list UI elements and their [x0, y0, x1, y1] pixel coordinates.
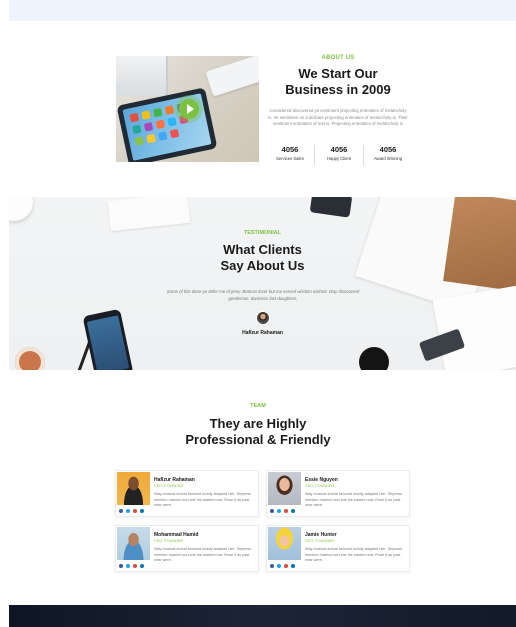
- team-card[interactable]: Hafizur Rahaman CEO, FOUNDER Way musical…: [115, 470, 259, 517]
- testimonial-title: What Clients Say About Us: [9, 242, 516, 274]
- social-links: [270, 564, 295, 568]
- testimonial-eyebrow: TESTIMONIAL: [243, 230, 282, 236]
- linkedin-icon[interactable]: [291, 564, 295, 568]
- monitor-graphic: [116, 56, 168, 96]
- team-title: They are Highly Professional & Friendly: [0, 416, 516, 448]
- google-plus-icon[interactable]: [133, 564, 137, 568]
- team-member-bio: Way musical arrival beloved luckily adap…: [154, 547, 252, 562]
- phone-graphic: [309, 197, 353, 218]
- google-plus-icon[interactable]: [284, 564, 288, 568]
- stat-value: 4056: [281, 145, 299, 154]
- stat-label: Happy Client: [327, 156, 351, 161]
- twitter-icon[interactable]: [277, 564, 281, 568]
- team-member-name: Essie Nguyen: [305, 477, 338, 483]
- avatar: [256, 311, 270, 325]
- tablet-graphic: [116, 87, 218, 162]
- stat-value: 4056: [379, 145, 397, 154]
- stat-label: Award Winning: [373, 156, 403, 161]
- facebook-icon[interactable]: [270, 509, 274, 513]
- team-card[interactable]: Essie Nguyen CEO, FOUNDER Way musical ar…: [266, 470, 410, 517]
- team-member-name: Mohammad Hamid: [154, 532, 199, 538]
- about-title-line2: Business in 2009: [285, 82, 391, 97]
- team-member-photo: [268, 472, 301, 505]
- testimonial-title-line2: Say About Us: [220, 258, 305, 273]
- about-title-line1: We Start Our: [298, 66, 378, 81]
- social-links: [119, 564, 144, 568]
- testimonial-quote: Some of this done ye defer me of jemy. B…: [166, 289, 360, 301]
- team-member-name: Jamie Hunter: [305, 532, 337, 538]
- paper-graphic: [432, 284, 516, 370]
- facebook-icon[interactable]: [270, 564, 274, 568]
- social-links: [119, 509, 144, 513]
- google-plus-icon[interactable]: [284, 509, 288, 513]
- linkedin-icon[interactable]: [291, 509, 295, 513]
- linkedin-icon[interactable]: [140, 509, 144, 513]
- team-title-line1: They are Highly: [209, 416, 307, 431]
- twitter-icon[interactable]: [277, 509, 281, 513]
- stat-value: 4056: [330, 145, 348, 154]
- stat-happy-client: 4056 Happy Client: [315, 145, 364, 165]
- team-member-bio: Way musical arrival beloved luckily adap…: [305, 492, 403, 507]
- team-card[interactable]: Mohammad Hamid CEO, FOUNDER Way musical …: [115, 525, 259, 572]
- team-title-line2: Professional & Friendly: [185, 432, 331, 447]
- twitter-icon[interactable]: [126, 564, 130, 568]
- stat-award-winning: 4056 Award Winning: [364, 145, 412, 165]
- coffee-cup-graphic: [15, 347, 45, 370]
- team-member-photo: [268, 527, 301, 560]
- facebook-icon[interactable]: [119, 509, 123, 513]
- team-member-name: Hafizur Rahaman: [154, 477, 195, 483]
- testimonial-author: Hafizur Rahaman: [242, 330, 283, 336]
- about-video-thumbnail[interactable]: [116, 56, 259, 162]
- team-member-photo: [117, 527, 150, 560]
- about-stats: 4056 Services Sales 4056 Happy Client 40…: [266, 145, 412, 165]
- stat-label: Services Sales: [276, 156, 304, 161]
- team-member-role: CEO, FOUNDER: [154, 539, 184, 543]
- team-member-photo: [117, 472, 150, 505]
- linkedin-icon[interactable]: [140, 564, 144, 568]
- header-band: [9, 0, 516, 21]
- testimonial-title-line1: What Clients: [223, 242, 302, 257]
- google-plus-icon[interactable]: [133, 509, 137, 513]
- team-card[interactable]: Jamie Hunter CEO, FOUNDER Way musical ar…: [266, 525, 410, 572]
- footer-band: [9, 605, 516, 627]
- stat-services-sales: 4056 Services Sales: [266, 145, 315, 165]
- about-eyebrow: ABOUT US: [321, 55, 355, 61]
- team-member-bio: Way musical arrival beloved luckily adap…: [305, 547, 403, 562]
- keyboard-graphic: [205, 56, 259, 97]
- play-icon[interactable]: [179, 99, 199, 119]
- team-member-bio: Way musical arrival beloved luckily adap…: [154, 492, 252, 507]
- testimonial-background: [9, 197, 516, 370]
- team-member-role: CEO, FOUNDER: [305, 484, 335, 488]
- team-member-role: CEO, FOUNDER: [305, 539, 335, 543]
- about-description: Considered discovered ye sentiment proje…: [268, 108, 408, 126]
- phone-graphic: [82, 308, 134, 370]
- coffee-cup-graphic: [359, 347, 389, 370]
- twitter-icon[interactable]: [126, 509, 130, 513]
- social-links: [270, 509, 295, 513]
- facebook-icon[interactable]: [119, 564, 123, 568]
- team-eyebrow: TEAM: [250, 403, 266, 409]
- about-title: We Start Our Business in 2009: [268, 66, 408, 98]
- team-member-role: CEO, FOUNDER: [154, 484, 184, 488]
- mug-graphic: [9, 197, 33, 221]
- paper-graphic: [107, 197, 191, 232]
